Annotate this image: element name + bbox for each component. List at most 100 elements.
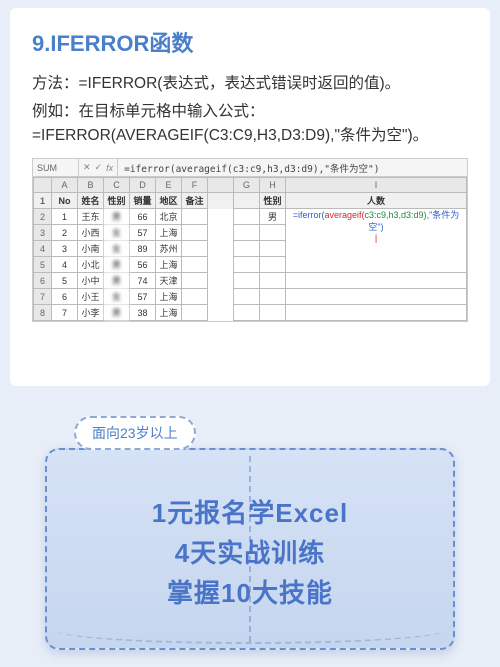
cell-note[interactable] [182,209,208,225]
cell-sex[interactable]: 男 [104,257,130,273]
formula-bar-icons: ✕ ✓ fx [79,159,118,176]
confirm-icon[interactable]: ✓ [95,162,103,173]
table-row: 8 7 小李 男 38 上海 [34,305,467,321]
row-num[interactable]: 7 [34,289,52,305]
row-num[interactable]: 8 [34,305,52,321]
cell-note[interactable] [182,257,208,273]
cell-no[interactable]: 4 [52,257,78,273]
cell-empty[interactable] [260,305,286,321]
cell-region[interactable]: 上海 [156,225,182,241]
name-box[interactable]: SUM [33,159,79,176]
cell-sales[interactable]: 57 [130,289,156,305]
hdr-right-sex[interactable]: 性别 [260,193,286,209]
cell-name[interactable]: 小中 [78,273,104,289]
cell-note[interactable] [182,273,208,289]
cell-sex[interactable]: 男 [104,209,130,225]
row-num[interactable]: 1 [34,193,52,209]
formula-result-cell[interactable]: =iferror(averageif(c3:c9,h3,d3:d9),"条件为空… [286,209,467,273]
cell-sales[interactable]: 74 [130,273,156,289]
table-row: 6 5 小中 男 74 天津 [34,273,467,289]
cell-region[interactable]: 天津 [156,273,182,289]
cell-no[interactable]: 6 [52,289,78,305]
section-title: 9.IFERROR函数 [32,26,468,58]
fx-icon[interactable]: fx [106,163,113,173]
cell-note[interactable] [182,289,208,305]
col-H[interactable]: H [260,178,286,193]
cell-empty[interactable] [260,257,286,273]
method-text: 方法：=IFERROR(表达式，表达式错误时返回的值)。 [32,72,468,96]
table-row: 2 1 王东 男 66 北京 男 =iferror(averageif(c3:c… [34,209,467,225]
cell-sales[interactable]: 57 [130,225,156,241]
hdr-no[interactable]: No [52,193,78,209]
cell-no[interactable]: 3 [52,241,78,257]
cursor-icon: | [375,233,377,243]
cell-sales[interactable]: 66 [130,209,156,225]
cell-empty[interactable] [260,241,286,257]
hdr-name[interactable]: 姓名 [78,193,104,209]
cell-empty[interactable] [260,289,286,305]
row-num[interactable]: 2 [34,209,52,225]
cell-name[interactable]: 小西 [78,225,104,241]
cell-empty[interactable] [260,273,286,289]
cell-no[interactable]: 5 [52,273,78,289]
cell-name[interactable]: 小南 [78,241,104,257]
cell-right-sex[interactable]: 男 [260,209,286,225]
cell-sex[interactable]: 男 [104,273,130,289]
cell-name[interactable]: 小王 [78,289,104,305]
cell-sex[interactable]: 女 [104,289,130,305]
promo-line-2: 4天实战训练 [175,533,325,573]
cell-no[interactable]: 2 [52,225,78,241]
gap-cell [208,273,234,289]
col-B[interactable]: B [78,178,104,193]
cell-region[interactable]: 苏州 [156,241,182,257]
cell-sex[interactable]: 男 [104,305,130,321]
hdr-sales[interactable]: 销量 [130,193,156,209]
hdr-region[interactable]: 地区 [156,193,182,209]
promo-book[interactable]: 1元报名学Excel 4天实战训练 掌握10大技能 [45,448,455,650]
gap-cell [208,305,234,321]
cancel-icon[interactable]: ✕ [83,162,91,173]
cell-empty[interactable] [286,273,467,289]
cell-name[interactable]: 小北 [78,257,104,273]
col-G[interactable]: G [234,178,260,193]
formula-seg-iferror: =iferror( [293,210,325,220]
cell-sales[interactable]: 89 [130,241,156,257]
row-num[interactable]: 3 [34,225,52,241]
cell-empty[interactable] [260,225,286,241]
gap-cell2 [234,273,260,289]
tutorial-card: 9.IFERROR函数 方法：=IFERROR(表达式，表达式错误时返回的值)。… [10,8,490,386]
cell-note[interactable] [182,225,208,241]
cell-no[interactable]: 1 [52,209,78,225]
col-gap [208,178,234,193]
cell-sex[interactable]: 女 [104,225,130,241]
cell-note[interactable] [182,305,208,321]
corner-cell[interactable] [34,178,52,193]
row-num[interactable]: 5 [34,257,52,273]
cell-region[interactable]: 北京 [156,209,182,225]
cell-region[interactable]: 上海 [156,289,182,305]
row-num[interactable]: 6 [34,273,52,289]
col-D[interactable]: D [130,178,156,193]
cell-no[interactable]: 7 [52,305,78,321]
hdr-note[interactable]: 备注 [182,193,208,209]
cell-empty[interactable] [286,289,467,305]
col-E[interactable]: E [156,178,182,193]
row-num[interactable]: 4 [34,241,52,257]
worksheet[interactable]: A B C D E F G H I 1 No 姓名 性别 销量 [33,177,467,321]
col-F[interactable]: F [182,178,208,193]
col-I[interactable]: I [286,178,467,193]
cell-name[interactable]: 王东 [78,209,104,225]
col-C[interactable]: C [104,178,130,193]
hdr-sex[interactable]: 性别 [104,193,130,209]
cell-empty[interactable] [286,305,467,321]
cell-region[interactable]: 上海 [156,257,182,273]
hdr-right-count[interactable]: 人数 [286,193,467,209]
col-A[interactable]: A [52,178,78,193]
cell-sales[interactable]: 38 [130,305,156,321]
formula-input[interactable]: =iferror(averageif(c3:c9,h3,d3:d9),"条件为空… [118,161,467,175]
cell-name[interactable]: 小李 [78,305,104,321]
cell-sex[interactable]: 女 [104,241,130,257]
cell-region[interactable]: 上海 [156,305,182,321]
cell-note[interactable] [182,241,208,257]
cell-sales[interactable]: 56 [130,257,156,273]
